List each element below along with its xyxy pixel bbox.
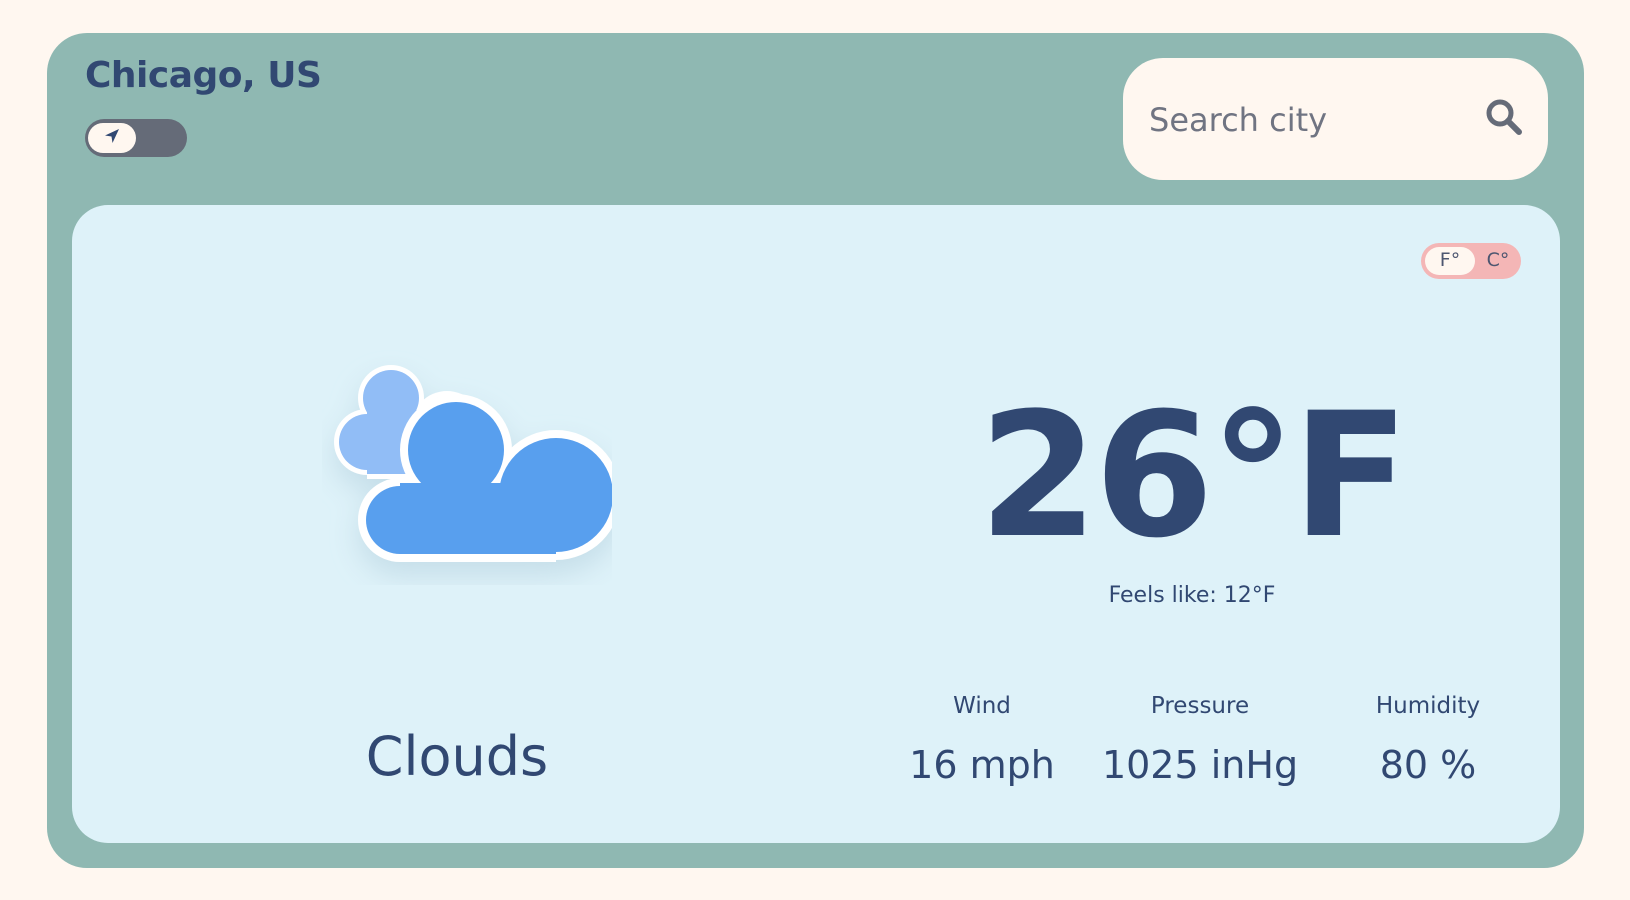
weather-card: F° C° Clouds 26°F Feels like: 12°F Wind … (72, 205, 1560, 843)
clouds-icon (322, 335, 621, 585)
unit-fahrenheit-label[interactable]: F° (1425, 249, 1475, 271)
temperature: 26°F (978, 375, 1410, 576)
stat-value: 16 mph (909, 743, 1055, 787)
search-icon (1484, 97, 1524, 141)
weather-description: Clouds (365, 725, 549, 788)
geolocation-toggle[interactable] (85, 119, 187, 157)
stat-label: Pressure (1150, 693, 1250, 719)
search-button[interactable] (1481, 96, 1527, 142)
stat-wind: Wind 16 mph (872, 693, 1092, 787)
unit-celsius-label[interactable]: C° (1473, 249, 1523, 271)
stat-label: Humidity (1375, 693, 1481, 719)
search-box (1123, 58, 1548, 180)
stat-value: 80 % (1379, 743, 1477, 787)
stat-label: Wind (953, 693, 1011, 719)
stat-value: 1025 inHg (1101, 743, 1299, 787)
search-input[interactable] (1147, 92, 1471, 148)
unit-toggle[interactable]: F° C° (1421, 243, 1521, 279)
stat-pressure: Pressure 1025 inHg (1090, 693, 1310, 787)
stat-humidity: Humidity 80 % (1318, 693, 1538, 787)
city-name: Chicago, US (85, 55, 322, 96)
feels-like: Feels like: 12°F (1108, 583, 1276, 608)
geolocation-toggle-knob (88, 123, 136, 153)
weather-app: Chicago, US F° C° (47, 33, 1584, 868)
location-arrow-icon (102, 126, 122, 150)
